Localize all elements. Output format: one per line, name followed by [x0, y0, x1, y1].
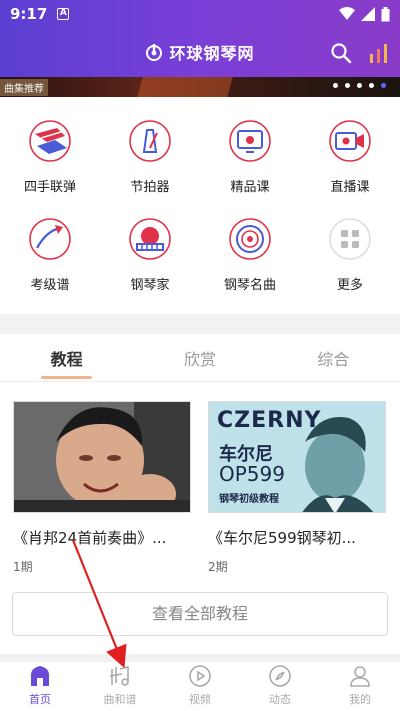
search-icon[interactable]: [330, 42, 352, 64]
app-header: 9:17 A 环球钢琴网: [0, 0, 400, 77]
grid-label: 更多: [336, 278, 363, 293]
pianist-icon: [129, 218, 171, 260]
title-bar: 环球钢琴网: [0, 36, 400, 68]
nav-label: 视频: [189, 693, 211, 706]
thumb-opus: OP599: [219, 462, 285, 486]
notification-a-icon: A: [57, 8, 70, 20]
nav-label: 我的: [349, 693, 371, 706]
course-card[interactable]: 《肖邦24首前奏曲》... 1期: [13, 401, 191, 575]
nav-score[interactable]: 曲和谱: [80, 662, 160, 711]
nav-profile[interactable]: 我的: [320, 662, 400, 711]
premium-course-icon: [229, 120, 271, 162]
course-episodes: 1期: [13, 560, 33, 574]
exam-score-icon: [29, 218, 71, 260]
grid-item-more[interactable]: 更多: [300, 210, 400, 308]
status-bar: 9:17 A: [0, 0, 400, 28]
bottom-navigation: 首页 曲和谱 视频 动态 我的: [0, 662, 400, 711]
wifi-icon: [339, 7, 355, 20]
course-thumbnail: [13, 401, 191, 513]
grid-label: 精品课: [230, 180, 270, 195]
course-thumbnail: CZERNY 车尔尼 OP599 钢琴初级教程: [208, 401, 386, 513]
carousel-dot: [357, 83, 362, 88]
user-icon: [350, 666, 370, 687]
thumb-subtitle: 钢琴初级教程: [219, 494, 279, 505]
app-title-text: 环球钢琴网: [169, 44, 255, 63]
nav-label: 首页: [29, 693, 51, 706]
grid-item-metronome[interactable]: 节拍器: [100, 112, 200, 210]
nav-label: 动态: [269, 693, 291, 706]
grid-label: 钢琴名曲: [223, 278, 276, 293]
nav-activity[interactable]: 动态: [240, 662, 320, 711]
tab-tutorial[interactable]: 教程: [0, 334, 133, 381]
grid-label: 节拍器: [130, 180, 170, 195]
compass-icon: [269, 665, 291, 687]
grid-item-pianist[interactable]: 钢琴家: [100, 210, 200, 308]
carousel-dot: [369, 83, 374, 88]
app-logo-icon: [146, 44, 163, 61]
grid-item-exam-score[interactable]: 考级谱: [0, 210, 100, 308]
four-hands-icon: [29, 120, 71, 162]
grid-item-live-course[interactable]: 直播课: [300, 112, 400, 210]
section-divider: [0, 314, 400, 334]
grid-label: 直播课: [330, 180, 370, 195]
grid-label: 考级谱: [30, 278, 70, 293]
nav-home[interactable]: 首页: [0, 662, 80, 711]
nav-video[interactable]: 视频: [160, 662, 240, 711]
tab-general[interactable]: 综合: [267, 334, 400, 381]
course-card[interactable]: CZERNY 车尔尼 OP599 钢琴初级教程 《车尔尼599钢琴初... 2期: [208, 401, 386, 575]
banner-carousel[interactable]: 曲集推荐: [0, 77, 400, 97]
signal-icon: [361, 7, 375, 21]
course-episodes: 2期: [208, 560, 228, 574]
video-icon: [189, 665, 211, 687]
banner-tag: 曲集推荐: [0, 79, 48, 96]
status-time: 9:17: [10, 5, 48, 23]
carousel-dot-active: [381, 83, 386, 88]
score-icon: [109, 665, 129, 686]
more-icon: [329, 218, 371, 260]
section-divider: [0, 654, 400, 662]
grid-item-four-hands[interactable]: 四手联弹: [0, 112, 100, 210]
famous-pieces-icon: [229, 218, 271, 260]
carousel-dots: [333, 83, 386, 88]
ranking-icon[interactable]: [368, 42, 390, 64]
tab-appreciation[interactable]: 欣赏: [133, 334, 266, 381]
home-icon: [31, 666, 49, 686]
banner-image: [137, 77, 233, 97]
grid-label: 四手联弹: [23, 180, 76, 195]
app-title: 环球钢琴网: [145, 40, 254, 64]
pianist-photo: [14, 402, 190, 512]
nav-label: 曲和谱: [103, 693, 137, 706]
course-title: 《车尔尼599钢琴初...: [208, 529, 356, 547]
feature-grid: 四手联弹 节拍器 精品课 直播课 考级谱 钢琴家 钢琴名曲 更多: [0, 112, 400, 308]
grid-label: 钢琴家: [130, 278, 170, 293]
thumb-title-en: CZERNY: [217, 408, 322, 433]
course-title: 《肖邦24首前奏曲》...: [13, 529, 167, 547]
live-course-icon: [329, 120, 371, 162]
content-tabs: 教程 欣赏 综合: [0, 334, 400, 382]
view-all-tutorials-button[interactable]: 查看全部教程: [12, 592, 388, 636]
carousel-dot: [345, 83, 350, 88]
battery-icon: [381, 6, 390, 21]
carousel-dot: [333, 83, 338, 88]
grid-item-famous-pieces[interactable]: 钢琴名曲: [200, 210, 300, 308]
grid-item-premium-course[interactable]: 精品课: [200, 112, 300, 210]
metronome-icon: [129, 120, 171, 162]
